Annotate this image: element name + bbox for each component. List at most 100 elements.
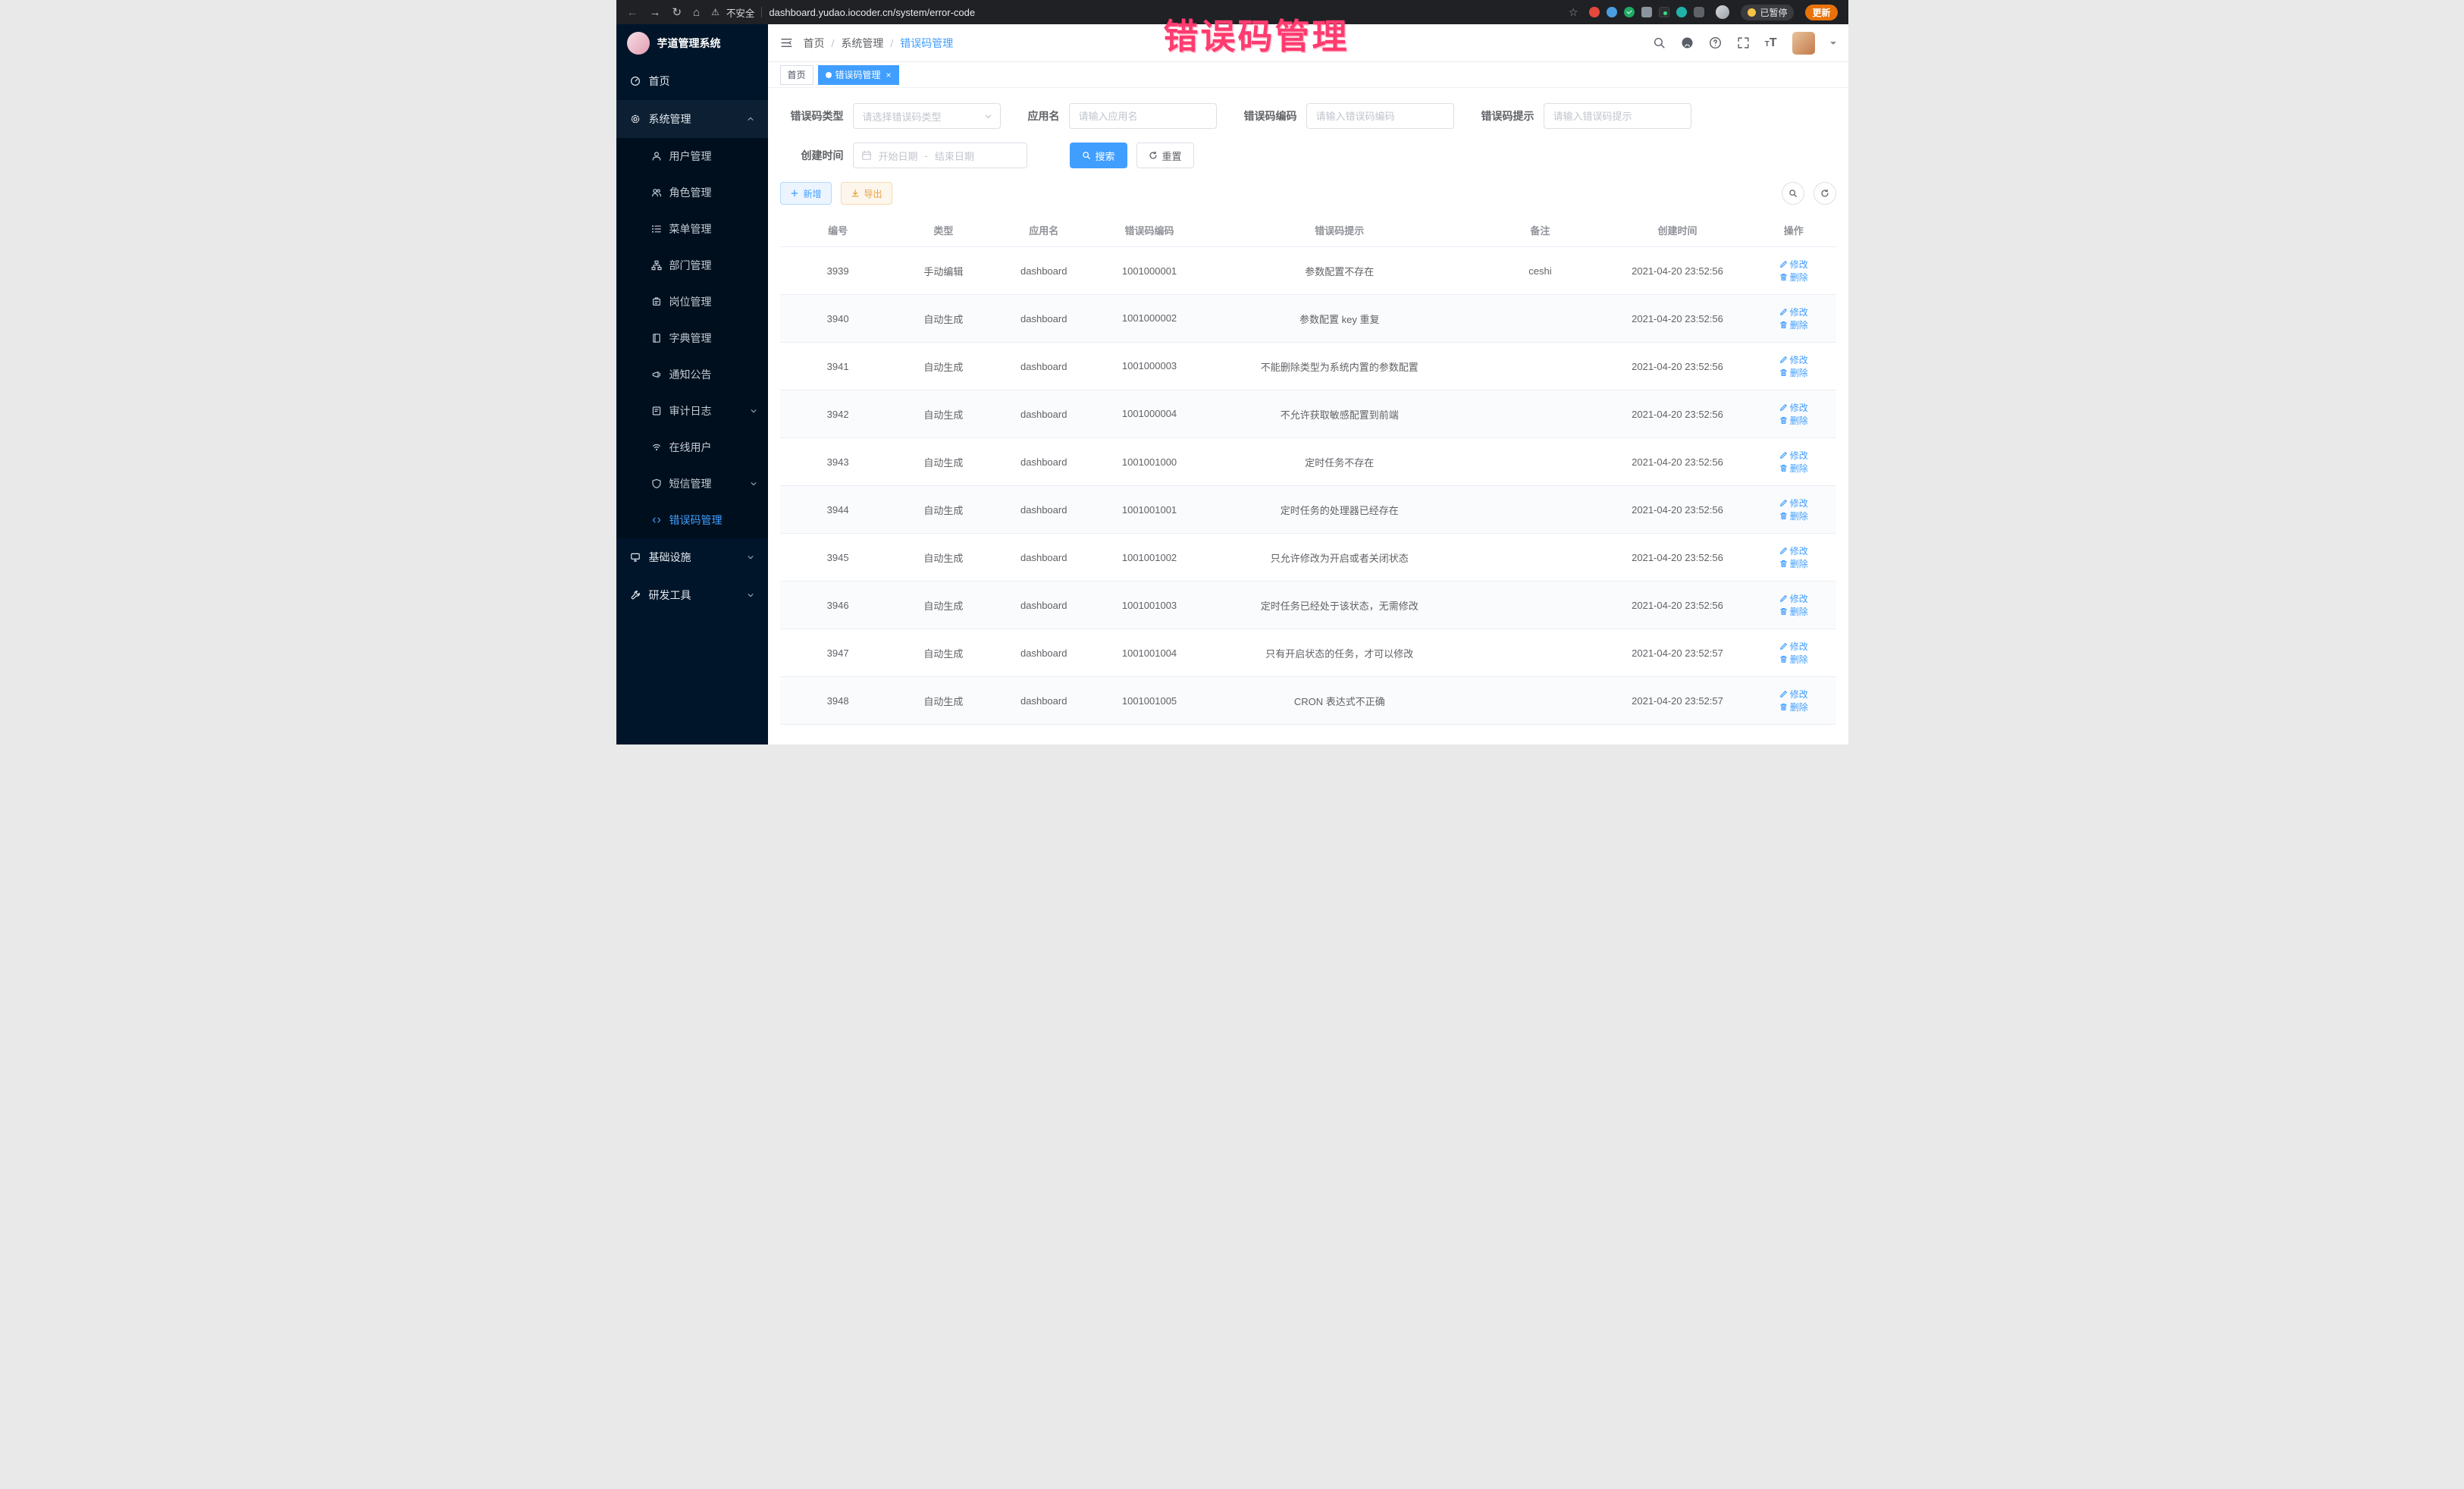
- browser-profile-avatar[interactable]: [1716, 5, 1729, 19]
- active-dot-icon: [826, 72, 832, 78]
- sidebar-item-posts[interactable]: 岗位管理: [616, 284, 768, 320]
- font-size-icon[interactable]: TT: [1765, 37, 1777, 49]
- delete-link[interactable]: 删除: [1779, 557, 1808, 570]
- sidebar-item-notices[interactable]: 通知公告: [616, 356, 768, 393]
- delete-link[interactable]: 删除: [1779, 318, 1808, 331]
- tab-home[interactable]: 首页: [780, 65, 813, 85]
- sidebar: 芋道管理系统 首页 系统管理 用户管理 角色管理: [616, 24, 768, 744]
- delete-link[interactable]: 删除: [1779, 271, 1808, 284]
- search-button[interactable]: 搜索: [1070, 143, 1127, 168]
- gauge-icon: [630, 76, 641, 86]
- date-range-picker[interactable]: 开始日期 - 结束日期: [853, 143, 1027, 168]
- delete-link[interactable]: 删除: [1779, 414, 1808, 427]
- sidebar-item-roles[interactable]: 角色管理: [616, 174, 768, 211]
- delete-link[interactable]: 删除: [1779, 701, 1808, 713]
- hamburger-icon[interactable]: [780, 36, 793, 49]
- extension-dark-icon[interactable]: [1659, 7, 1669, 17]
- logo-avatar: [627, 32, 650, 55]
- edit-link[interactable]: 修改: [1779, 353, 1808, 366]
- refresh-icon: [1149, 151, 1158, 160]
- tab-error-code[interactable]: 错误码管理 ×: [818, 65, 899, 85]
- extension-grid-icon[interactable]: [1641, 7, 1652, 17]
- reset-button[interactable]: 重置: [1136, 143, 1194, 168]
- pencil-icon: [1779, 308, 1788, 316]
- filter-app: 应用名: [1028, 103, 1217, 129]
- extensions-puzzle-icon[interactable]: [1694, 7, 1704, 17]
- delete-link[interactable]: 删除: [1779, 462, 1808, 475]
- extension-icons: [1589, 7, 1704, 17]
- export-button[interactable]: 导出: [841, 182, 892, 205]
- sidebar-item-devtools[interactable]: 研发工具: [616, 576, 768, 614]
- sidebar-item-infra[interactable]: 基础设施: [616, 538, 768, 576]
- sidebar-item-audit-log[interactable]: 审计日志: [616, 393, 768, 429]
- sidebar-item-departments[interactable]: 部门管理: [616, 247, 768, 284]
- url-bar[interactable]: ⚠ 不安全 dashboard.yudao.iocoder.cn/system/…: [711, 5, 1578, 20]
- bookmark-star-icon[interactable]: ☆: [1569, 6, 1578, 19]
- filter-time: 创建时间 开始日期 - 结束日期: [780, 143, 1027, 168]
- sidebar-item-users[interactable]: 用户管理: [616, 138, 768, 174]
- extension-blue-icon[interactable]: [1607, 7, 1617, 17]
- edit-link[interactable]: 修改: [1779, 544, 1808, 557]
- breadcrumb-home[interactable]: 首页: [804, 36, 825, 51]
- cell-id: 3941: [780, 343, 896, 390]
- edit-link[interactable]: 修改: [1779, 688, 1808, 701]
- sidebar-item-error-code[interactable]: 错误码管理: [616, 502, 768, 538]
- fullscreen-icon[interactable]: [1737, 36, 1750, 49]
- delete-link[interactable]: 删除: [1779, 653, 1808, 666]
- user-avatar[interactable]: [1792, 32, 1815, 55]
- refresh-table-button[interactable]: [1814, 182, 1836, 205]
- extension-teal-icon[interactable]: [1676, 7, 1687, 17]
- caret-down-icon[interactable]: [1830, 42, 1836, 48]
- edit-link[interactable]: 修改: [1779, 497, 1808, 509]
- sidebar-item-menus[interactable]: 菜单管理: [616, 211, 768, 247]
- search-icon[interactable]: [1653, 36, 1666, 49]
- error-code-input[interactable]: [1306, 103, 1454, 129]
- table-body: 3939 手动编辑 dashboard 1001000001 参数配置不存在 c…: [780, 247, 1836, 725]
- sidebar-item-sms[interactable]: 短信管理: [616, 466, 768, 502]
- app-name-input[interactable]: [1069, 103, 1217, 129]
- github-icon[interactable]: [1681, 36, 1694, 49]
- cell-code: 1001000003: [1096, 343, 1202, 390]
- error-type-select[interactable]: 请选择错误码类型: [853, 103, 1001, 129]
- cell-id: 3945: [780, 534, 896, 581]
- close-icon[interactable]: ×: [886, 70, 892, 80]
- screen: ← → ↻ ⌂ ⚠ 不安全 dashboard.yudao.iocoder.cn…: [616, 0, 1848, 744]
- edit-link[interactable]: 修改: [1779, 449, 1808, 462]
- cell-code: 1001001001: [1096, 486, 1202, 534]
- delete-link[interactable]: 删除: [1779, 366, 1808, 379]
- extension-green-check-icon[interactable]: [1624, 7, 1635, 17]
- sidebar-item-dictionary[interactable]: 字典管理: [616, 320, 768, 356]
- table-header-row: 编号 类型 应用名 错误码编码 错误码提示 备注 创建时间 操作: [780, 214, 1836, 247]
- breadcrumb-system[interactable]: 系统管理: [841, 36, 883, 51]
- edit-link[interactable]: 修改: [1779, 401, 1808, 414]
- trash-icon: [1779, 368, 1788, 377]
- cell-remark: ceshi: [1477, 247, 1603, 295]
- toggle-search-button[interactable]: [1782, 182, 1804, 205]
- edit-link[interactable]: 修改: [1779, 640, 1808, 653]
- help-icon[interactable]: [1709, 36, 1722, 49]
- add-button[interactable]: 新增: [780, 182, 832, 205]
- back-icon[interactable]: ←: [627, 7, 638, 18]
- paused-badge[interactable]: 已暂停: [1741, 5, 1794, 20]
- error-hint-input[interactable]: [1544, 103, 1691, 129]
- cell-actions: 修改 删除: [1751, 343, 1835, 390]
- edit-link[interactable]: 修改: [1779, 592, 1808, 605]
- update-button[interactable]: 更新: [1805, 5, 1837, 20]
- delete-link[interactable]: 删除: [1779, 509, 1808, 522]
- extension-red-icon[interactable]: [1589, 7, 1600, 17]
- edit-link[interactable]: 修改: [1779, 258, 1808, 271]
- cell-actions: 修改 删除: [1751, 581, 1835, 629]
- sidebar-item-system[interactable]: 系统管理: [616, 100, 768, 138]
- delete-link[interactable]: 删除: [1779, 605, 1808, 618]
- sidebar-item-home[interactable]: 首页: [616, 62, 768, 100]
- cell-id: 3944: [780, 486, 896, 534]
- chevron-down-icon: [747, 591, 754, 599]
- reload-icon[interactable]: ↻: [672, 7, 682, 18]
- sidebar-item-online-users[interactable]: 在线用户: [616, 429, 768, 466]
- edit-link[interactable]: 修改: [1779, 306, 1808, 318]
- home-icon[interactable]: ⌂: [693, 7, 700, 18]
- col-time: 创建时间: [1603, 214, 1751, 247]
- forward-icon[interactable]: →: [650, 7, 661, 18]
- tags-bar: 首页 错误码管理 ×: [768, 62, 1848, 88]
- sidebar-logo[interactable]: 芋道管理系统: [616, 24, 768, 62]
